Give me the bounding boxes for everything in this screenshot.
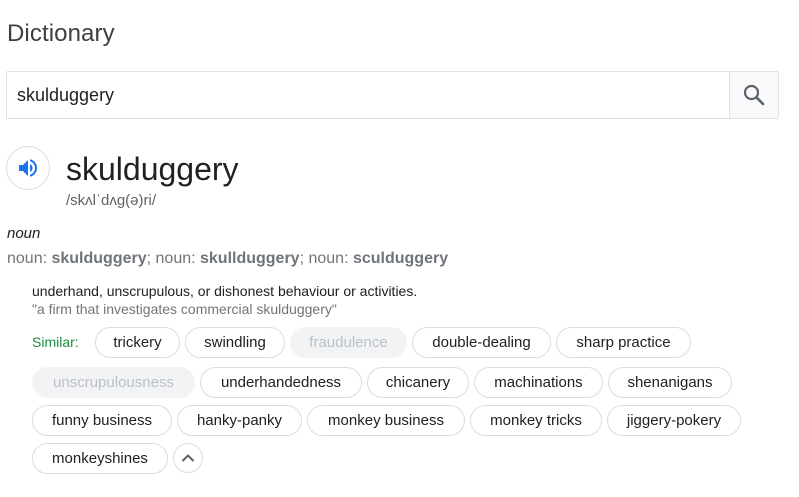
similar-chip[interactable]: jiggery-pokery <box>607 405 741 436</box>
pronunciation-button[interactable] <box>6 146 50 190</box>
collapse-button[interactable] <box>173 443 203 473</box>
similar-chip[interactable]: monkeyshines <box>32 443 168 474</box>
similar-chip-disabled: unscrupulousness <box>32 367 195 398</box>
similar-chip[interactable]: underhandedness <box>200 367 362 398</box>
similar-chip[interactable]: monkey tricks <box>470 405 602 436</box>
page-title: Dictionary <box>7 20 115 47</box>
word-forms: noun: skulduggery; noun: skullduggery; n… <box>7 250 448 268</box>
phonetic: /skʌlˈdʌɡ(ə)ri/ <box>66 192 157 209</box>
form-prefix: noun: <box>308 250 353 267</box>
form-word: sculduggery <box>352 250 449 267</box>
search-icon <box>743 84 765 106</box>
similar-chip-disabled: fraudulence <box>290 327 407 358</box>
form-word: skulduggery <box>51 250 147 267</box>
form-prefix: noun: <box>155 250 200 267</box>
similar-chip[interactable]: sharp practice <box>556 327 691 358</box>
speaker-icon <box>19 159 37 177</box>
similar-chip[interactable]: hanky-panky <box>177 405 302 436</box>
similar-label: Similar: <box>32 334 79 350</box>
form-prefix: noun: <box>7 250 52 267</box>
example-sentence: "a firm that investigates commercial sku… <box>32 301 337 317</box>
similar-chip[interactable]: monkey business <box>307 405 465 436</box>
search-button[interactable] <box>729 72 778 118</box>
similar-chip[interactable]: chicanery <box>367 367 469 398</box>
similar-chip[interactable]: trickery <box>95 327 180 358</box>
similar-chip[interactable]: funny business <box>32 405 172 436</box>
form-word: skullduggery <box>200 250 300 267</box>
search-box <box>6 71 779 119</box>
search-input[interactable] <box>7 72 729 118</box>
form-separator: ; <box>146 250 156 267</box>
definition: underhand, unscrupulous, or dishonest be… <box>32 283 418 299</box>
similar-chip[interactable]: swindling <box>185 327 285 358</box>
part-of-speech: noun <box>7 225 41 242</box>
similar-chip[interactable]: machinations <box>474 367 603 398</box>
chevron-up-icon <box>182 454 194 462</box>
similar-chip[interactable]: shenanigans <box>608 367 732 398</box>
headword: skulduggery <box>66 151 239 187</box>
similar-chip[interactable]: double-dealing <box>412 327 551 358</box>
